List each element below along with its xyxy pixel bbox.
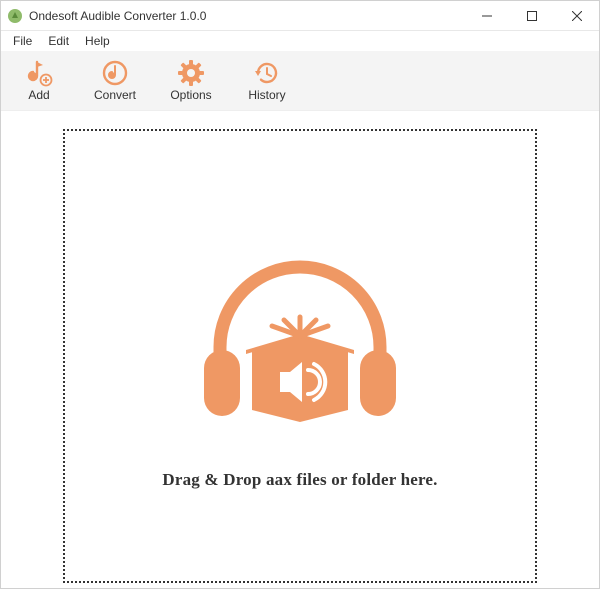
options-label: Options (170, 88, 211, 102)
close-button[interactable] (554, 1, 599, 30)
drop-message: Drag & Drop aax files or folder here. (162, 470, 437, 490)
app-window: Ondesoft Audible Converter 1.0.0 File Ed… (0, 0, 600, 589)
history-button[interactable]: History (239, 57, 295, 104)
menu-help[interactable]: Help (77, 32, 118, 50)
convert-label: Convert (94, 88, 136, 102)
menu-edit[interactable]: Edit (40, 32, 77, 50)
maximize-button[interactable] (509, 1, 554, 30)
options-button[interactable]: Options (163, 57, 219, 104)
convert-button[interactable]: Convert (87, 57, 143, 104)
add-label: Add (28, 88, 49, 102)
main-area: Drag & Drop aax files or folder here. (1, 111, 599, 588)
add-button[interactable]: Add (11, 57, 67, 104)
toolbar: Add Convert (1, 51, 599, 111)
titlebar: Ondesoft Audible Converter 1.0.0 (1, 1, 599, 31)
window-controls (464, 1, 599, 30)
gear-icon (177, 59, 205, 87)
history-icon (253, 59, 281, 87)
history-label: History (248, 88, 285, 102)
minimize-button[interactable] (464, 1, 509, 30)
drop-zone[interactable]: Drag & Drop aax files or folder here. (63, 129, 537, 583)
convert-icon (101, 59, 129, 87)
window-title: Ondesoft Audible Converter 1.0.0 (29, 9, 206, 23)
app-icon (7, 8, 23, 24)
menu-file[interactable]: File (5, 32, 40, 50)
audiobook-headphones-icon (180, 222, 420, 462)
menubar: File Edit Help (1, 31, 599, 51)
add-icon (25, 59, 53, 87)
